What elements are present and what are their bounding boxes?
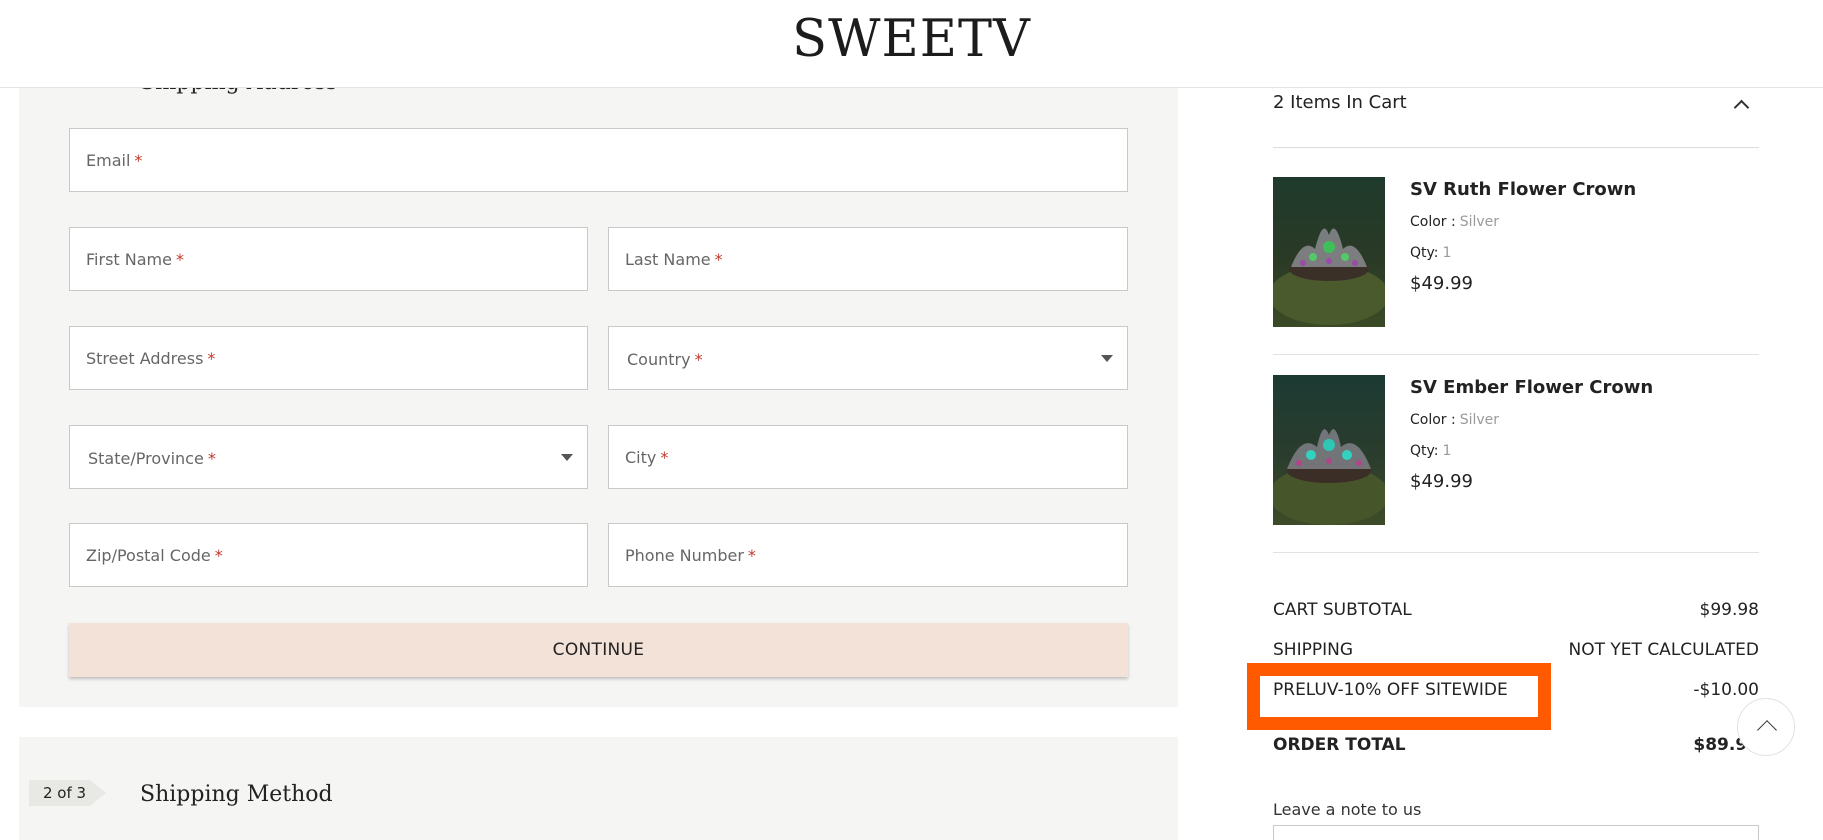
continue-button[interactable]: CONTINUE: [69, 623, 1128, 677]
shipping-value: NOT YET CALCULATED: [1568, 640, 1759, 660]
note-label: Leave a note to us: [1273, 800, 1422, 819]
discount-highlight-box: [1247, 663, 1551, 730]
step-2-badge: 2 of 3: [29, 780, 106, 806]
state-province-select[interactable]: State/Province *: [69, 425, 588, 489]
email-placeholder: Email *: [86, 151, 143, 170]
product-color: Color : Silver: [1410, 214, 1500, 230]
order-total-label: ORDER TOTAL: [1273, 735, 1406, 755]
discount-value: -$10.00: [1693, 680, 1759, 700]
chevron-up-icon[interactable]: [1733, 99, 1750, 116]
phone-number-placeholder: Phone Number *: [625, 546, 756, 565]
phone-number-field[interactable]: Phone Number *: [608, 523, 1128, 587]
product-qty: Qty: 1: [1410, 443, 1452, 459]
first-name-placeholder: First Name *: [86, 250, 184, 269]
cart-item: SV Ruth Flower Crown Color : Silver Qty: 1…: [1273, 157, 1759, 355]
caret-down-icon: [561, 454, 573, 461]
cart-subtotal-row: CART SUBTOTAL $99.98: [1273, 600, 1759, 630]
product-price: $49.99: [1410, 471, 1473, 492]
first-name-field[interactable]: First Name *: [69, 227, 588, 291]
site-header: SWEETV: [0, 0, 1823, 88]
country-select[interactable]: Country *: [608, 326, 1128, 390]
brand-logo[interactable]: SWEETV: [0, 10, 1823, 69]
subtotal-value: $99.98: [1699, 600, 1759, 620]
cart-item-count: 2 Items In Cart: [1273, 92, 1407, 113]
last-name-field[interactable]: Last Name *: [608, 227, 1128, 291]
city-placeholder: City *: [625, 448, 669, 467]
order-total-row: ORDER TOTAL $89.98: [1273, 735, 1759, 765]
back-to-top-button[interactable]: [1737, 698, 1795, 756]
city-field[interactable]: City *: [608, 425, 1128, 489]
subtotal-label: CART SUBTOTAL: [1273, 600, 1412, 620]
last-name-placeholder: Last Name *: [625, 250, 723, 269]
street-address-field[interactable]: Street Address *: [69, 326, 588, 390]
product-name[interactable]: SV Ember Flower Crown: [1410, 377, 1653, 398]
product-image-ember[interactable]: [1273, 375, 1385, 525]
email-field[interactable]: Email *: [69, 128, 1128, 192]
shipping-label: SHIPPING: [1273, 640, 1353, 660]
country-placeholder: Country *: [627, 350, 703, 369]
shipping-method-title: Shipping Method: [140, 782, 333, 807]
shipping-address-section: Shipping Address Email* First Name* Last…: [19, 60, 1178, 707]
note-textarea[interactable]: [1273, 825, 1759, 840]
street-address-placeholder: Street Address *: [86, 349, 216, 368]
zip-code-placeholder: Zip/Postal Code *: [86, 546, 223, 565]
product-image-ruth[interactable]: [1273, 177, 1385, 327]
chevron-up-icon: [1757, 720, 1777, 740]
caret-down-icon: [1101, 355, 1113, 362]
product-color: Color : Silver: [1410, 412, 1500, 428]
product-name[interactable]: SV Ruth Flower Crown: [1410, 179, 1636, 200]
cart-header[interactable]: 2 Items In Cart: [1273, 88, 1759, 148]
state-province-placeholder: State/Province *: [88, 449, 216, 468]
product-price: $49.99: [1410, 273, 1473, 294]
zip-code-field[interactable]: Zip/Postal Code *: [69, 523, 588, 587]
product-qty: Qty: 1: [1410, 245, 1452, 261]
shipping-method-section: 2 of 3 Shipping Method: [19, 737, 1178, 840]
cart-item: SV Ember Flower Crown Color : Silver Qty:…: [1273, 355, 1759, 553]
